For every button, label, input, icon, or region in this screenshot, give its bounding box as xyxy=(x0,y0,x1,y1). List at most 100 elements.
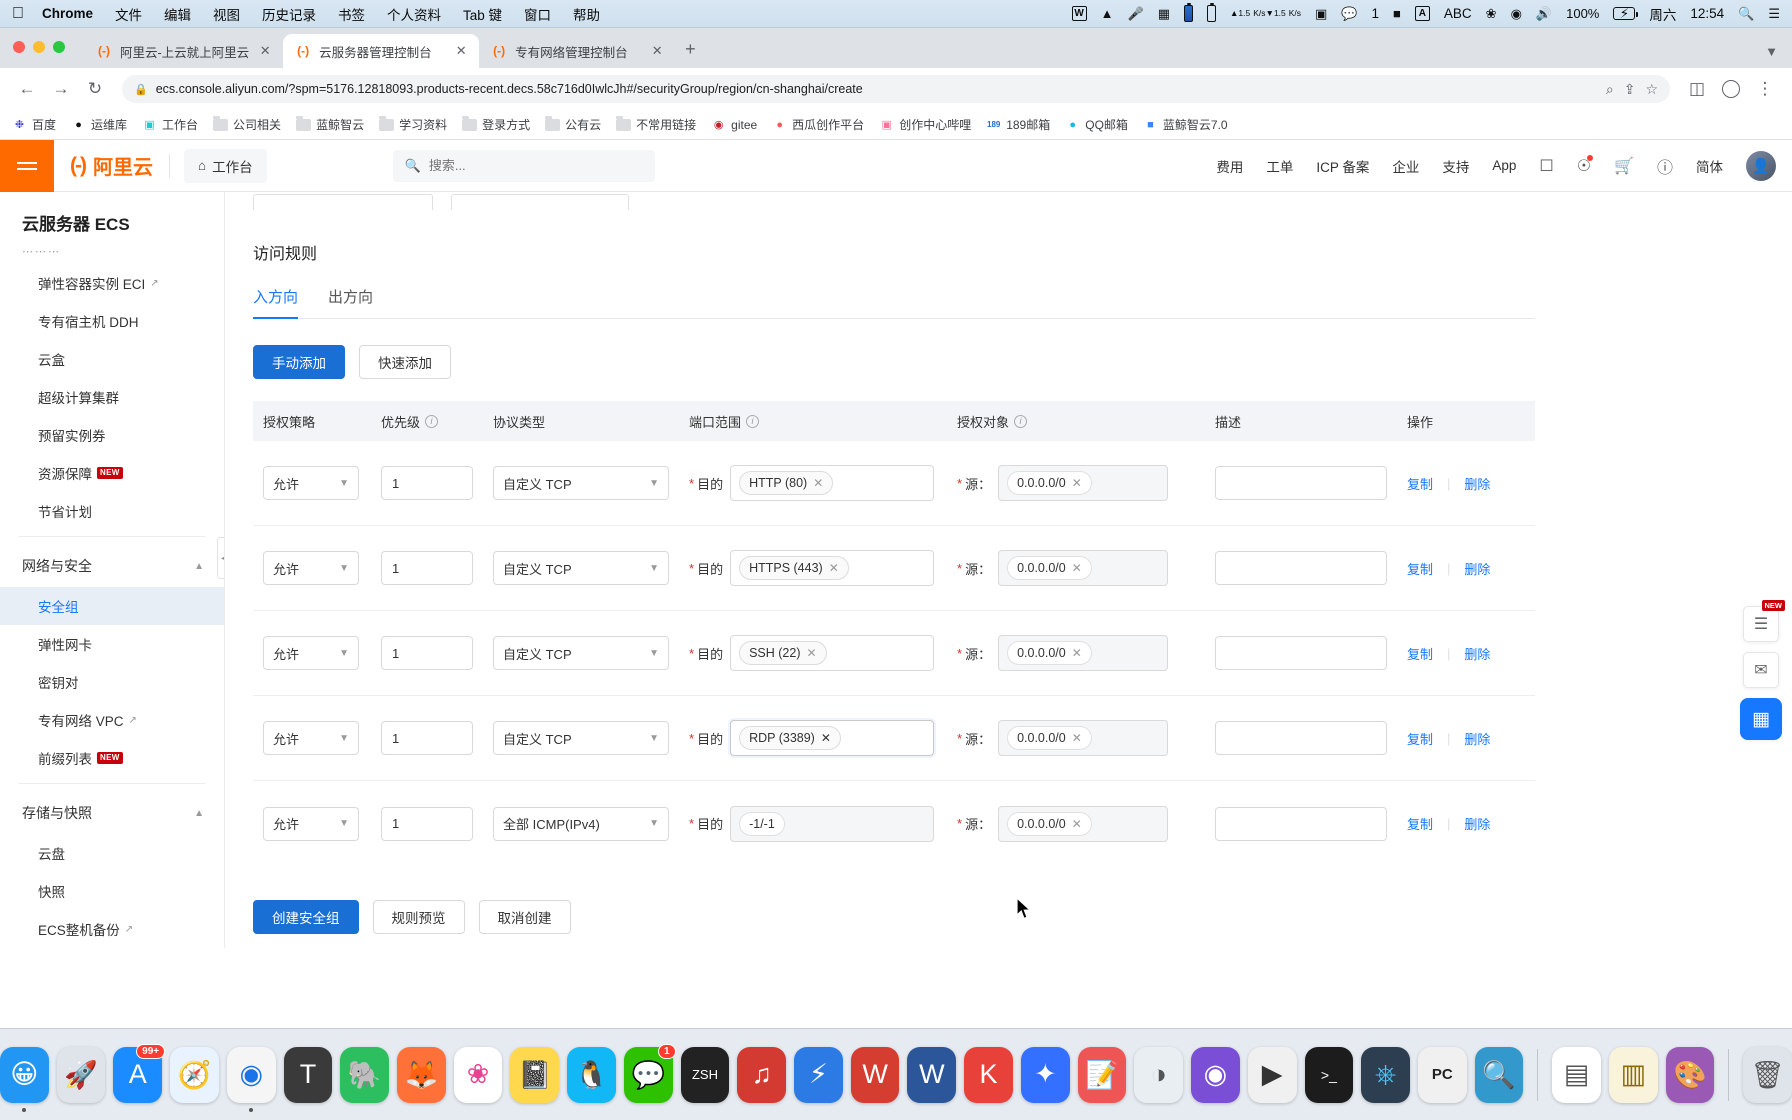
user-avatar[interactable]: 👤 xyxy=(1746,150,1776,181)
menu-history[interactable]: 历史记录 xyxy=(262,4,316,24)
wechat-tray-icon[interactable]: 💬 xyxy=(1341,6,1357,22)
reload-icon[interactable]: ↻ xyxy=(80,74,110,104)
dock-item-vscode[interactable]: ⎈ xyxy=(1361,1046,1410,1103)
dock-item-wps[interactable]: W xyxy=(850,1046,900,1103)
policy-select[interactable]: 允许 ▼ xyxy=(263,806,359,841)
port-range-input[interactable]: SSH (22) ✕ xyxy=(730,635,935,671)
menu-profiles[interactable]: 个人资料 xyxy=(387,4,441,24)
nav-support[interactable]: 支持 xyxy=(1442,156,1469,176)
bookmark-item[interactable]: 蓝鲸智云 xyxy=(296,116,364,133)
sidebar-item-savings-plan[interactable]: 节省计划 xyxy=(0,492,224,530)
sidebar-group-storage-snapshot[interactable]: 存储与快照 ▲ xyxy=(0,790,224,834)
tab-close-icon[interactable]: ✕ xyxy=(649,43,665,59)
screen-record-tray-icon[interactable]: ▣ xyxy=(1315,6,1327,22)
bookmark-item[interactable]: 公有云 xyxy=(545,116,601,133)
dock-item-search-app[interactable]: 🔍 xyxy=(1474,1046,1524,1103)
dock-item-stickies[interactable]: ▥ xyxy=(1608,1046,1658,1103)
share-icon[interactable]: ⇪ xyxy=(1624,81,1636,98)
priority-input[interactable]: 1 xyxy=(381,636,473,670)
new-tab-button[interactable]: + xyxy=(685,39,696,60)
nav-app[interactable]: App xyxy=(1492,158,1516,173)
window-traffic-lights[interactable] xyxy=(13,41,65,53)
delete-link[interactable]: 删除 xyxy=(1464,729,1490,748)
bookmark-item[interactable]: 学习资料 xyxy=(379,116,447,133)
chrome-menu-icon[interactable]: ⋮ xyxy=(1750,74,1780,104)
tab-close-icon[interactable]: ✕ xyxy=(453,43,469,59)
maximize-window-icon[interactable] xyxy=(53,41,65,53)
clock-time[interactable]: 12:54 xyxy=(1690,6,1724,21)
sidebar-item-ecs-backup[interactable]: ECS整机备份 ↗ xyxy=(0,910,224,948)
dock-item-notes[interactable]: 📓 xyxy=(510,1046,560,1103)
zoom-icon[interactable]: ⌕ xyxy=(1606,81,1614,98)
dock-item-trash[interactable]: 🗑 xyxy=(1743,1046,1792,1103)
dock-item-media-player[interactable]: ▶ xyxy=(1247,1046,1297,1103)
remove-chip-icon[interactable]: ✕ xyxy=(1072,476,1082,490)
bookmark-item[interactable]: 189 189邮箱 xyxy=(986,116,1050,133)
nav-cost[interactable]: 费用 xyxy=(1216,156,1243,176)
policy-select[interactable]: 允许 ▼ xyxy=(263,721,359,755)
wps-tray-icon[interactable]: W xyxy=(1071,6,1087,21)
network-speed-tray-icon[interactable]: ▲1.5 K/s ▼1.5 K/s xyxy=(1230,9,1301,18)
tab-inbound[interactable]: 入方向 xyxy=(253,286,299,319)
authorization-input[interactable]: 0.0.0.0/0 ✕ xyxy=(998,720,1169,756)
bookmark-item[interactable]: 公司相关 xyxy=(213,116,281,133)
port-chip[interactable]: RDP (3389) ✕ xyxy=(739,726,841,750)
sidepanel-icon[interactable]: ◫ xyxy=(1682,74,1712,104)
remove-chip-icon[interactable]: ✕ xyxy=(829,561,839,575)
back-icon[interactable]: ← xyxy=(12,74,42,104)
profile-avatar-icon[interactable] xyxy=(1716,74,1746,104)
sidebar-collapse-handle[interactable]: ◀ xyxy=(217,537,224,579)
policy-select[interactable]: 允许 ▼ xyxy=(263,466,359,500)
battery-tray-icon[interactable]: ⚡ xyxy=(1613,6,1639,21)
control-center-icon[interactable]: ☰ xyxy=(1768,6,1780,22)
description-input[interactable] xyxy=(1215,721,1387,755)
input-method-tray-icon[interactable]: A xyxy=(1414,6,1430,21)
sidebar-item-security-group[interactable]: 安全组 xyxy=(0,587,224,625)
tab-search-chevron-icon[interactable]: ▼ xyxy=(1765,44,1778,59)
cancel-create-button[interactable]: 取消创建 xyxy=(478,900,571,934)
dropbox-tray-icon[interactable]: ▲ xyxy=(1101,6,1114,21)
browser-tab-2[interactable]: (-) 专有网络管理控制台 ✕ xyxy=(479,34,675,68)
dock-item-photos[interactable]: ❀ xyxy=(453,1046,503,1103)
dock-item-thunder[interactable]: ⚡ xyxy=(794,1046,843,1103)
docs-float-button[interactable]: ☰ NEW xyxy=(1743,600,1785,642)
global-search[interactable]: 🔍 xyxy=(392,149,655,182)
description-input[interactable] xyxy=(1215,551,1387,585)
sidebar-item-scc[interactable]: 超级计算集群 xyxy=(0,378,224,416)
bookmark-item[interactable]: ◉ gitee xyxy=(711,117,757,132)
dock-item-finder[interactable]: 😀 xyxy=(0,1046,49,1112)
dock-item-terminal-zsh[interactable]: ZSH xyxy=(680,1046,730,1103)
menu-bookmarks[interactable]: 书签 xyxy=(338,4,365,24)
dock-item-todo[interactable]: 📝 xyxy=(1077,1046,1127,1103)
language-switch[interactable]: 简体 xyxy=(1696,156,1723,176)
delete-link[interactable]: 删除 xyxy=(1464,474,1490,493)
dock-item-wechat-dev[interactable]: ◑ xyxy=(1134,1046,1184,1103)
tab-close-icon[interactable]: ✕ xyxy=(257,43,273,59)
priority-input[interactable]: 1 xyxy=(381,551,473,585)
authorization-input[interactable]: 0.0.0.0/0 ✕ xyxy=(998,635,1169,671)
auth-chip[interactable]: 0.0.0.0/0 ✕ xyxy=(1007,726,1092,750)
minimize-window-icon[interactable] xyxy=(33,41,45,53)
help-icon[interactable]: ⓘ xyxy=(1657,154,1673,178)
rule-preview-button[interactable]: 规则预览 xyxy=(372,900,465,934)
dock-item-firefox[interactable]: 🦊 xyxy=(397,1046,446,1103)
auth-chip[interactable]: 0.0.0.0/0 ✕ xyxy=(1007,811,1092,836)
bookmark-item[interactable]: 不常用链接 xyxy=(616,116,696,133)
create-security-group-button[interactable]: 创建安全组 xyxy=(253,900,359,934)
protocol-select[interactable]: 自定义 TCP ▼ xyxy=(493,551,669,585)
auth-chip[interactable]: 0.0.0.0/0 ✕ xyxy=(1007,471,1092,495)
microphone-tray-icon[interactable]: 🎤 xyxy=(1128,6,1144,22)
dock-item-palette[interactable]: 🎨 xyxy=(1665,1046,1715,1103)
info-icon[interactable]: i xyxy=(425,414,439,428)
bookmark-star-icon[interactable]: ☆ xyxy=(1645,81,1658,98)
dock-item-safari[interactable]: 🧭 xyxy=(170,1046,219,1103)
protocol-select[interactable]: 自定义 TCP ▼ xyxy=(493,636,669,670)
close-window-icon[interactable] xyxy=(13,41,25,53)
remove-chip-icon[interactable]: ✕ xyxy=(813,476,823,490)
dock-item-evernote[interactable]: 🐘 xyxy=(340,1046,390,1103)
menu-view[interactable]: 视图 xyxy=(213,4,240,24)
policy-select[interactable]: 允许 ▼ xyxy=(263,636,359,670)
sidebar-item-ddh[interactable]: 专有宿主机 DDH xyxy=(0,302,224,340)
delete-link[interactable]: 删除 xyxy=(1464,559,1490,578)
sidebar-item-disk[interactable]: 云盘 xyxy=(0,834,224,872)
